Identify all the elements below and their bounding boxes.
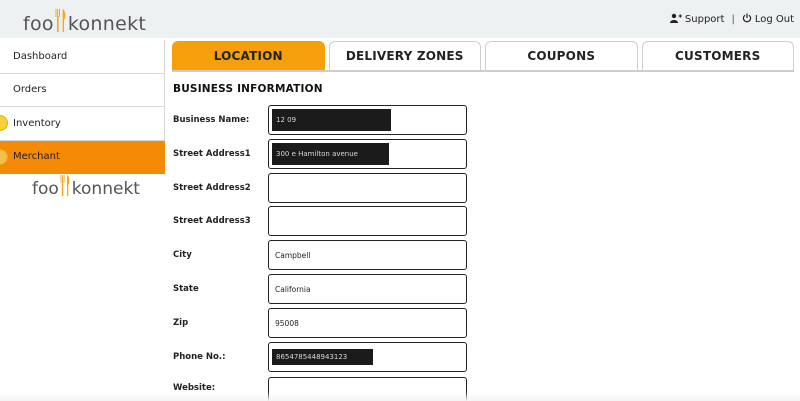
redacted-value: 12 09 bbox=[272, 109, 391, 131]
sidebar-item-label: Merchant bbox=[13, 151, 60, 163]
bottom-fade bbox=[0, 392, 800, 401]
sidebar-item-label: Inventory bbox=[13, 117, 61, 129]
fork-knife-icon bbox=[60, 175, 71, 200]
sidebar: Dashboard Orders Inventory Merchant bbox=[0, 40, 165, 174]
logo-text-left: foo bbox=[32, 179, 59, 199]
form-row-street-address1: Street Address1 300 e Hamilton avenue bbox=[173, 139, 467, 169]
field-label: State bbox=[173, 284, 199, 294]
add-user-icon bbox=[669, 13, 682, 26]
tab-coupons[interactable]: COUPONS bbox=[485, 41, 638, 70]
logo-text-right: konnekt bbox=[67, 13, 147, 35]
street-address3-input[interactable] bbox=[268, 206, 467, 236]
field-label: Business Name: bbox=[173, 115, 250, 125]
field-label: Street Address2 bbox=[173, 183, 251, 193]
zip-input[interactable]: 95008 bbox=[268, 308, 467, 338]
top-header: foo konnekt Support | Log Out bbox=[0, 0, 800, 38]
field-label: Street Address1 bbox=[173, 149, 251, 159]
bullet-icon bbox=[0, 115, 8, 131]
field-label: Zip bbox=[173, 318, 189, 328]
sidebar-item-label: Orders bbox=[13, 84, 47, 96]
fork-knife-icon bbox=[55, 9, 67, 36]
sidebar-item-dashboard[interactable]: Dashboard bbox=[0, 40, 165, 74]
form-row-phone: Phone No.: 8654785448943123 bbox=[173, 342, 467, 372]
sidebar-item-merchant[interactable]: Merchant bbox=[0, 140, 165, 174]
state-input[interactable]: California bbox=[268, 274, 467, 304]
tab-bar: LOCATION DELIVERY ZONES COUPONS CUSTOMER… bbox=[172, 41, 794, 72]
street-address1-input[interactable]: 300 e Hamilton avenue bbox=[268, 139, 467, 169]
form-row-zip: Zip 95008 bbox=[173, 308, 467, 338]
form-row-business-name: Business Name: 12 09 bbox=[173, 105, 467, 135]
sidebar-logo: foo konnekt bbox=[32, 175, 140, 200]
tab-customers[interactable]: CUSTOMERS bbox=[641, 41, 794, 70]
sidebar-item-orders[interactable]: Orders bbox=[0, 73, 165, 107]
logout-link[interactable]: Log Out bbox=[742, 13, 794, 26]
field-label: Street Address3 bbox=[173, 216, 251, 226]
tab-delivery-zones[interactable]: DELIVERY ZONES bbox=[328, 41, 481, 70]
city-input[interactable]: Campbell bbox=[268, 240, 467, 270]
bullet-icon bbox=[0, 148, 8, 165]
logo-text-left: foo bbox=[23, 13, 54, 35]
form-row-state: State California bbox=[173, 274, 467, 304]
header-links: Support | Log Out bbox=[669, 13, 794, 26]
field-label: City bbox=[173, 250, 192, 260]
logout-label: Log Out bbox=[754, 14, 794, 25]
redacted-value: 8654785448943123 bbox=[272, 349, 373, 365]
tab-location[interactable]: LOCATION bbox=[172, 41, 325, 70]
sidebar-item-label: Dashboard bbox=[13, 50, 68, 62]
section-title: BUSINESS INFORMATION bbox=[173, 83, 323, 95]
support-link[interactable]: Support bbox=[669, 13, 725, 26]
street-address2-input[interactable] bbox=[268, 173, 467, 203]
form-row-street-address3: Street Address3 bbox=[173, 206, 467, 236]
support-label: Support bbox=[684, 14, 725, 25]
field-label: Phone No.: bbox=[173, 352, 226, 362]
business-name-input[interactable]: 12 09 bbox=[268, 105, 467, 135]
form-row-street-address2: Street Address2 bbox=[173, 173, 467, 203]
phone-input[interactable]: 8654785448943123 bbox=[268, 342, 467, 372]
form-row-city: City Campbell bbox=[173, 240, 467, 270]
header-separator: | bbox=[731, 14, 735, 25]
logo-text-right: konnekt bbox=[71, 179, 140, 199]
redacted-value: 300 e Hamilton avenue bbox=[272, 143, 389, 165]
foodkonnekt-logo[interactable]: foo konnekt bbox=[23, 4, 146, 36]
sidebar-item-inventory[interactable]: Inventory bbox=[0, 107, 165, 141]
power-icon bbox=[742, 13, 752, 26]
